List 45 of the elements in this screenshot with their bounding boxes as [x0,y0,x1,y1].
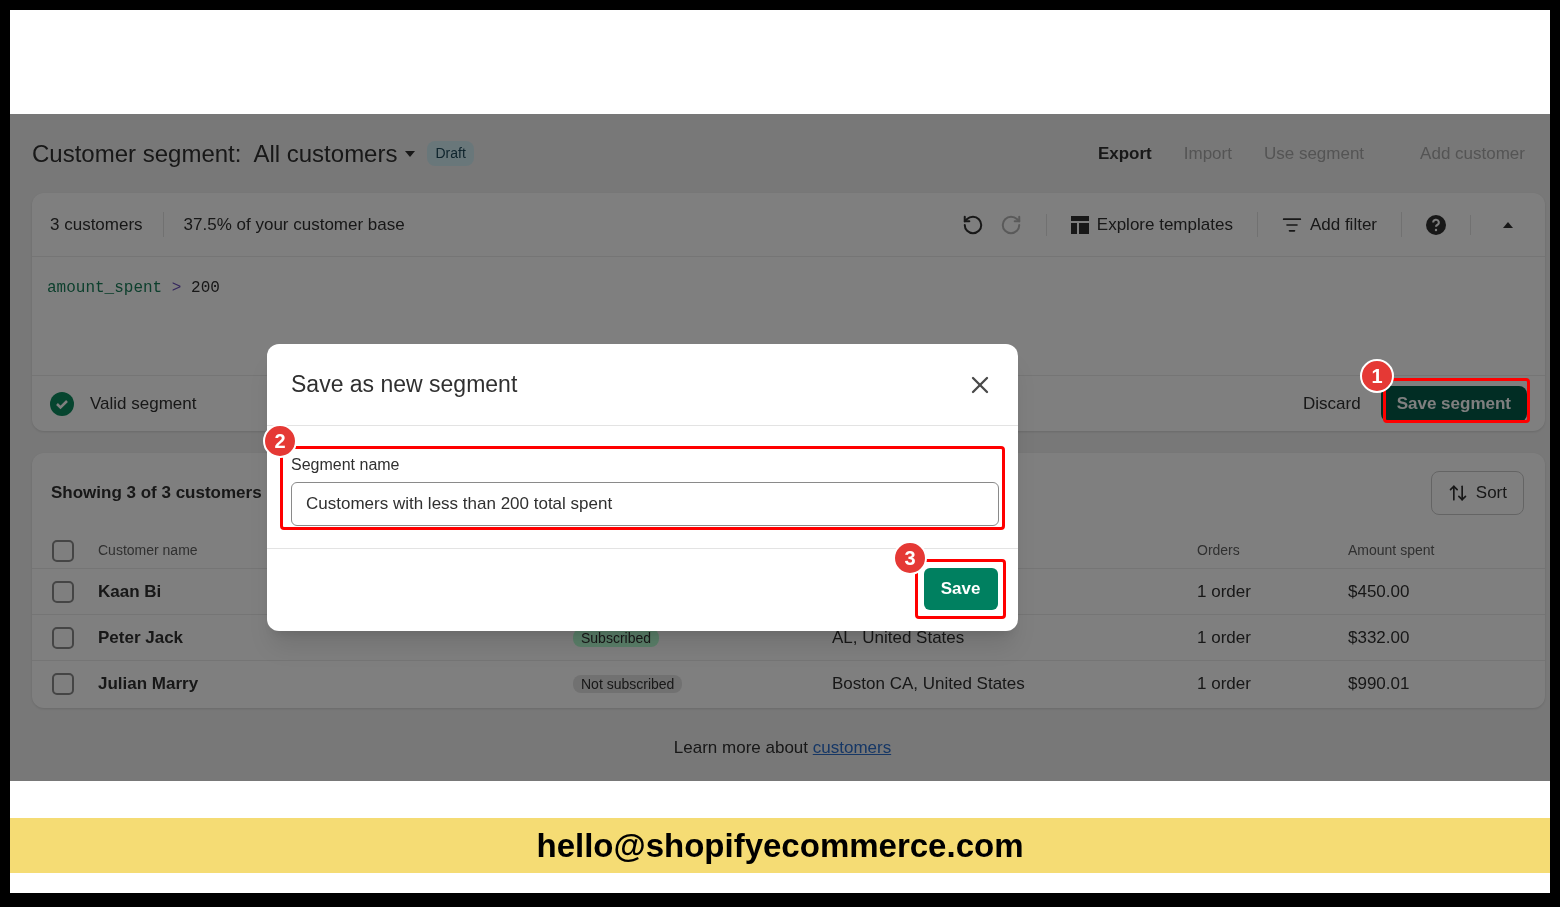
customer-share: 37.5% of your customer base [182,213,405,236]
subscription-status: Not subscribed [573,675,683,694]
add-filter-button[interactable]: Add filter [1257,211,1402,238]
checkbox[interactable] [52,673,74,695]
table-cell: AL, United States [832,627,965,647]
customer-count: 3 customers [50,211,164,238]
checkbox[interactable] [52,626,74,649]
column-header: Customer name [98,541,199,560]
save-segment-button[interactable]: Save segment [1380,385,1527,422]
step-badge: 3 [893,541,927,575]
table-cell-text: $450.00 [1348,580,1411,603]
learn-more-text: Learn more about customers [672,737,893,759]
customer-name[interactable]: Julian Marry [98,671,573,697]
template-icon [1070,215,1089,234]
caret-icon [405,150,416,157]
table-summary: Showing 3 of 3 customers [51,482,262,505]
table-cell: Boston CA, United States [832,674,1025,694]
table-cell-text: 1 order [1197,580,1252,603]
status-badge: Draft [427,141,474,166]
field-label: Segment name [291,455,401,475]
step-badge: 2 [263,424,297,458]
customers-link[interactable]: customers [812,738,892,757]
validation-text: Valid segment [90,392,197,415]
header-action[interactable]: Export [1097,140,1152,167]
undo-icon [961,213,984,236]
sort-icon [1447,483,1468,503]
table-cell-text: $990.01 [1348,673,1411,696]
sort-button[interactable]: Sort [1430,471,1524,515]
explore-templates-button[interactable]: Explore templates [1046,211,1258,238]
checkbox[interactable] [52,539,74,562]
segment-dropdown[interactable]: All customers [253,135,416,172]
discard-button[interactable]: Discard [1303,390,1361,417]
checkbox[interactable] [52,580,74,603]
redo-icon [999,213,1022,236]
table-cell-text: 1 order [1197,626,1252,649]
column-header: Amount spent [1348,541,1436,560]
segment-name-field[interactable]: Customers with less than 200 total spent [291,482,999,526]
contact-email: hello@shopifyecommerce.com [536,825,1024,866]
column-header: Orders [1197,541,1241,560]
table-cell-text: 1 order [1197,673,1252,696]
query-code[interactable]: amount_spent > 200 [47,279,220,297]
dialog-title: Save as new segment [291,370,518,400]
table-cell-text: $332.00 [1348,626,1411,649]
page-title-prefix: Customer segment: [32,138,242,169]
save-button[interactable]: Save [923,568,998,610]
